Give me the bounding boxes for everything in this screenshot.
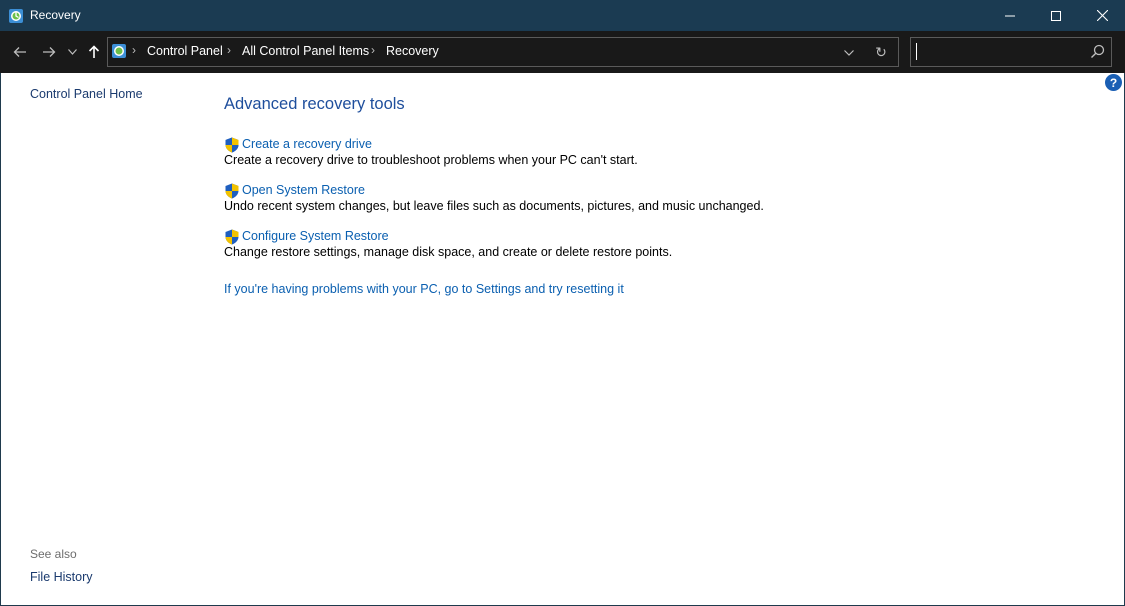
close-button[interactable] (1079, 0, 1125, 31)
back-button[interactable] (9, 41, 31, 63)
see-also-heading: See also (30, 547, 77, 561)
address-bar[interactable]: › Control Panel › All Control Panel Item… (107, 37, 899, 67)
breadcrumb-separator: › (132, 43, 136, 57)
tool-description: Undo recent system changes, but leave fi… (224, 199, 764, 213)
window-title: Recovery (30, 8, 81, 22)
refresh-button[interactable]: ↻ (873, 44, 889, 60)
search-box[interactable] (910, 37, 1112, 67)
file-history-link[interactable]: File History (30, 570, 93, 584)
up-arrow-icon (88, 45, 100, 58)
forward-arrow-icon (43, 47, 56, 57)
breadcrumb-recovery[interactable]: Recovery (386, 44, 439, 58)
maximize-icon (1051, 10, 1061, 21)
text-caret (916, 43, 917, 60)
chevron-down-icon (67, 49, 77, 55)
tool-description: Create a recovery drive to troubleshoot … (224, 153, 638, 167)
recent-locations-button[interactable] (63, 41, 81, 63)
close-icon (1096, 10, 1108, 21)
search-icon[interactable] (1090, 44, 1105, 59)
forward-button[interactable] (38, 41, 60, 63)
title-bar[interactable]: Recovery (0, 0, 1125, 31)
breadcrumb-all-items[interactable]: All Control Panel Items (242, 44, 369, 58)
uac-shield-icon (225, 183, 239, 199)
recovery-app-icon (9, 9, 23, 23)
address-history-button[interactable] (841, 45, 857, 61)
back-arrow-icon (13, 47, 26, 57)
refresh-icon: ↻ (875, 43, 887, 60)
open-system-restore-link[interactable]: Open System Restore (242, 183, 365, 197)
control-panel-home-link[interactable]: Control Panel Home (30, 87, 143, 101)
page-title: Advanced recovery tools (224, 95, 405, 113)
uac-shield-icon (225, 137, 239, 153)
up-button[interactable] (83, 41, 105, 63)
maximize-button[interactable] (1033, 0, 1079, 31)
navigation-bar: › Control Panel › All Control Panel Item… (0, 31, 1125, 73)
configure-system-restore-link[interactable]: Configure System Restore (242, 229, 389, 243)
control-panel-icon (112, 44, 126, 58)
breadcrumb-separator: › (371, 43, 375, 57)
help-icon[interactable]: ? (1105, 74, 1122, 91)
chevron-down-icon (844, 50, 854, 56)
breadcrumb-separator: › (227, 43, 231, 57)
search-input[interactable] (915, 41, 1089, 63)
create-recovery-drive-link[interactable]: Create a recovery drive (242, 137, 372, 151)
tool-description: Change restore settings, manage disk spa… (224, 245, 673, 259)
breadcrumb-control-panel[interactable]: Control Panel (147, 44, 223, 58)
minimize-icon (1005, 15, 1015, 16)
reset-pc-settings-link[interactable]: If you're having problems with your PC, … (224, 282, 624, 296)
window-frame (0, 0, 1125, 606)
uac-shield-icon (225, 229, 239, 245)
minimize-button[interactable] (987, 0, 1033, 31)
